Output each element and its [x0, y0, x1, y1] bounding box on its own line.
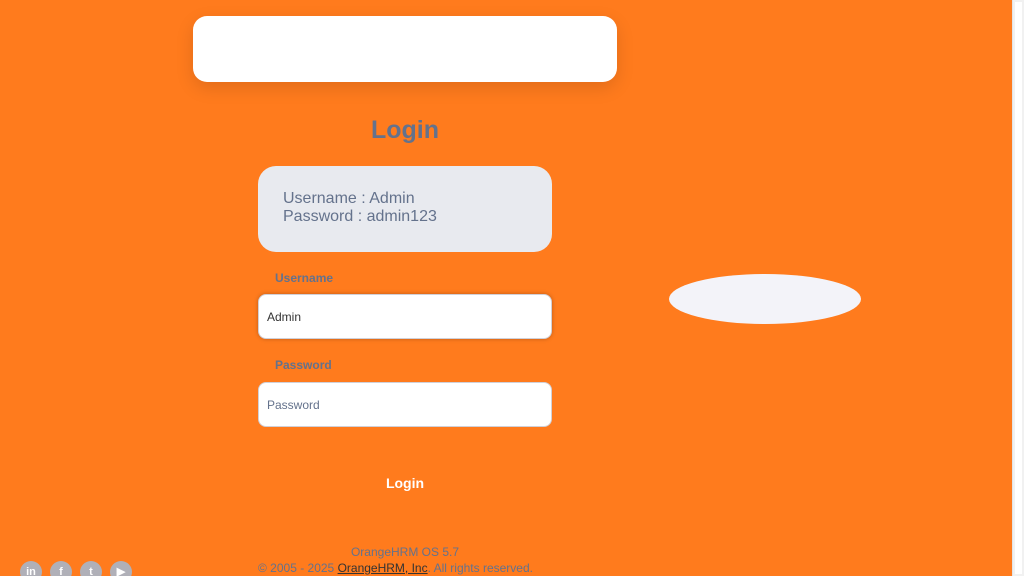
twitter-icon[interactable]: t [80, 561, 102, 576]
youtube-icon[interactable]: ▶ [110, 561, 132, 576]
credentials-password-line: Password : admin123 [283, 208, 437, 225]
linkedin-icon[interactable]: in [20, 561, 42, 576]
username-input[interactable] [258, 294, 552, 339]
username-label: Username [275, 271, 334, 285]
footer-copyright: © 2005 - 2025 OrangeHRM, Inc. All rights… [258, 561, 658, 575]
copyright-suffix: . All rights reserved. [427, 561, 533, 575]
password-label: Password [275, 358, 332, 372]
password-input[interactable] [258, 382, 552, 427]
credentials-username-line: Username : Admin [283, 190, 415, 207]
facebook-icon[interactable]: f [50, 561, 72, 576]
copyright-prefix: © 2005 - 2025 [258, 561, 338, 575]
credentials-hint: Username : Admin Password : admin123 [258, 166, 552, 252]
login-title: Login [370, 116, 440, 144]
logo-banner [193, 16, 617, 82]
scrollbar-thumb[interactable] [1015, 2, 1022, 574]
scrollbar[interactable] [1012, 0, 1024, 576]
company-link[interactable]: OrangeHRM, Inc [338, 561, 428, 575]
decorative-oval [669, 274, 861, 324]
login-button[interactable]: Login [258, 466, 552, 500]
footer-version: OrangeHRM OS 5.7 [350, 545, 460, 559]
